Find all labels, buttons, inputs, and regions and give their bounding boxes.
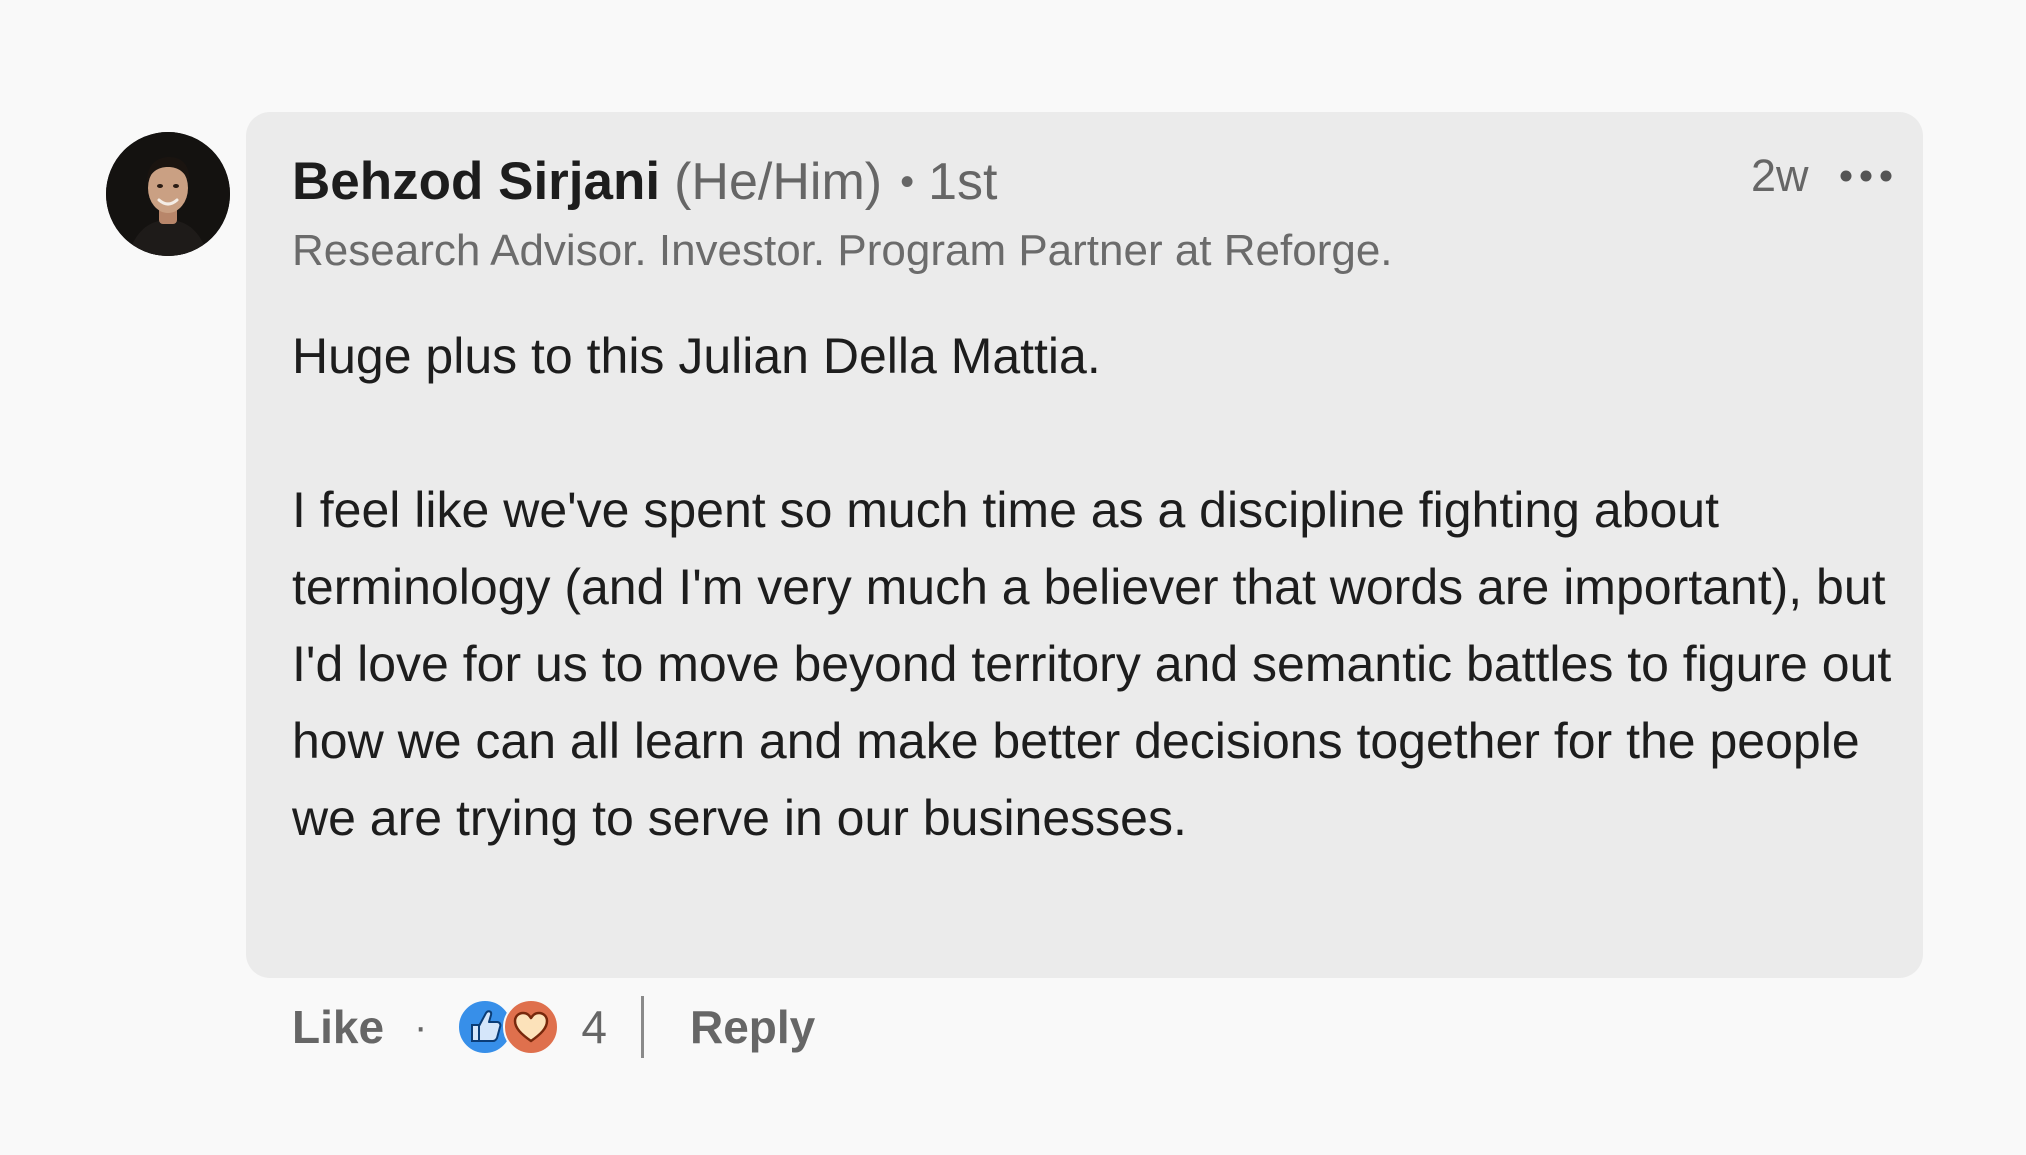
author-name[interactable]: Behzod Sirjani	[292, 152, 660, 211]
reply-button[interactable]: Reply	[690, 1000, 815, 1054]
author-pronouns: (He/Him)	[674, 153, 883, 211]
action-separator: ·	[414, 1004, 428, 1049]
comment-actions: Like · 4 Reply	[292, 990, 815, 1064]
comment-item: Behzod Sirjani (He/Him) • 1st Research Advi…	[0, 0, 2026, 1155]
love-reaction-icon	[503, 999, 560, 1055]
like-button[interactable]: Like	[292, 1000, 384, 1054]
reactions-summary[interactable]	[457, 999, 561, 1055]
reaction-count[interactable]: 4	[581, 1000, 607, 1054]
connection-bullet: •	[900, 160, 915, 204]
comment-text: Huge plus to this Julian Della Mattia. I…	[292, 318, 1892, 857]
author-line: Behzod Sirjani (He/Him) • 1st	[292, 152, 997, 212]
action-divider	[640, 996, 644, 1058]
ellipsis-horizontal-icon[interactable]	[1836, 164, 1896, 188]
connection-degree: 1st	[928, 153, 998, 211]
author-avatar[interactable]	[106, 132, 230, 256]
comment-timestamp: 2w	[1751, 150, 1809, 201]
comment-bubble: Behzod Sirjani (He/Him) • 1st Research Advi…	[246, 112, 1923, 978]
comment-paragraph: I feel like we've spent so much time as …	[292, 482, 1892, 846]
avatar-photo-icon	[106, 132, 230, 256]
author-headline: Research Advisor. Investor. Program Part…	[292, 226, 1393, 275]
comment-paragraph: Huge plus to this Julian Della Mattia.	[292, 328, 1101, 384]
